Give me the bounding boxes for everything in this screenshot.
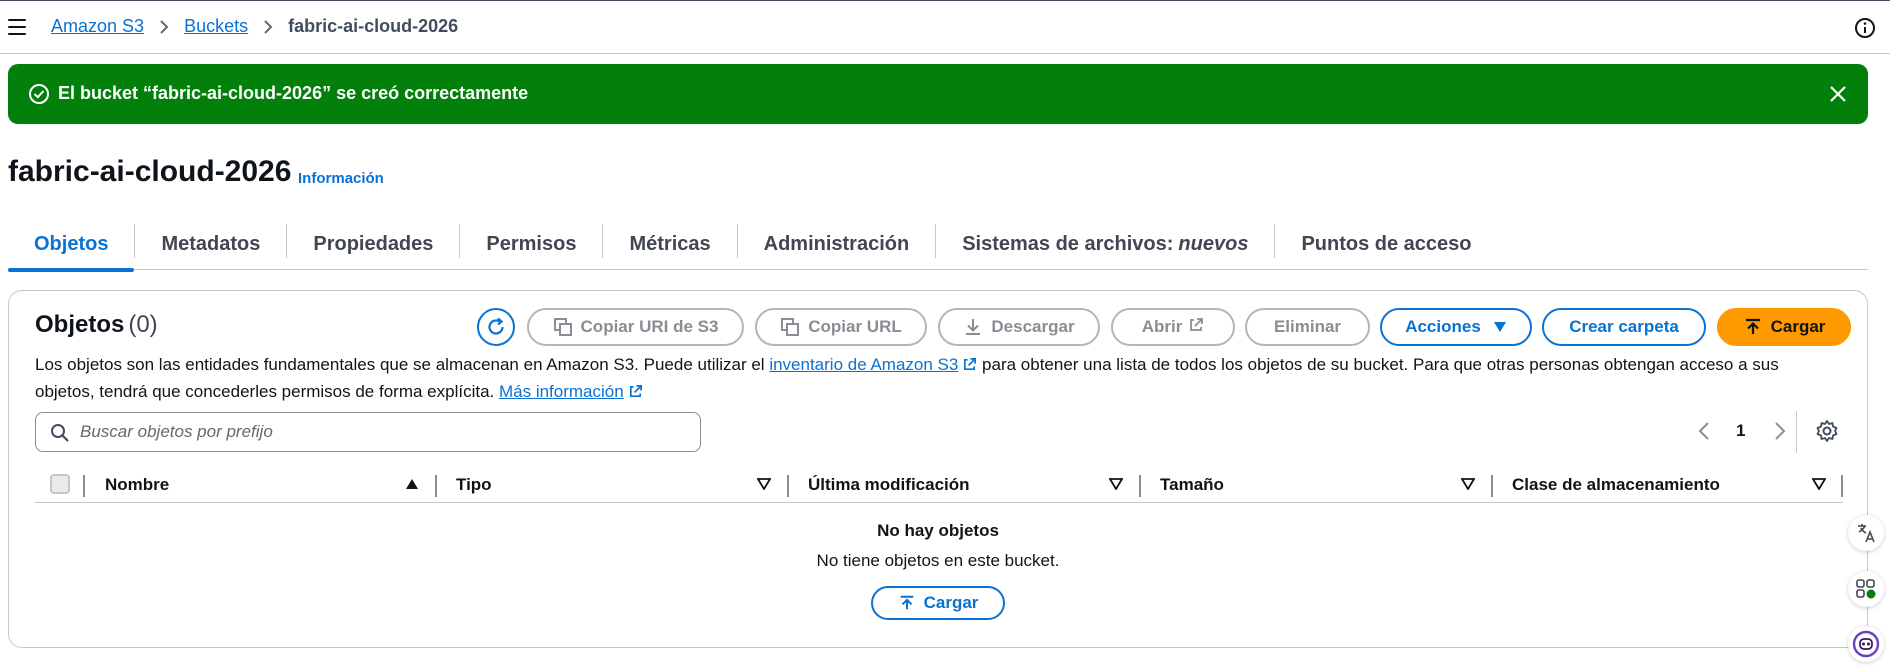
objects-description: Los objetos son las entidades fundamenta… <box>35 352 1835 406</box>
column-divider <box>1139 475 1141 497</box>
success-check-icon <box>29 84 49 104</box>
external-link-icon <box>962 354 977 379</box>
chevron-right-icon <box>262 19 274 35</box>
assistant-icon[interactable] <box>1848 626 1884 662</box>
sort-icon[interactable] <box>1109 478 1123 490</box>
flash-message: El bucket “fabric-ai-cloud-2026” se creó… <box>58 83 529 103</box>
success-flash-banner: El bucket “fabric-ai-cloud-2026” se creó… <box>8 64 1868 124</box>
objects-title: Objetos <box>35 311 125 338</box>
tab-metadatos[interactable]: Metadatos <box>135 218 286 270</box>
upload-label: Cargar <box>1770 317 1826 336</box>
tab-administracion[interactable]: Administración <box>738 218 936 270</box>
external-link-icon <box>628 381 643 406</box>
download-icon <box>963 317 983 337</box>
upload-icon <box>898 594 916 612</box>
open-button[interactable]: Abrir <box>1111 308 1235 346</box>
tab-sistemas-de-archivos[interactable]: Sistemas de archivos: nuevos <box>936 218 1274 270</box>
tab-propiedades[interactable]: Propiedades <box>287 218 459 270</box>
table-header: Nombre Tipo Última modificación Tamaño C… <box>35 467 1843 503</box>
upload-icon <box>1743 317 1763 337</box>
tab-label: Sistemas de archivos: <box>962 232 1174 255</box>
search-box <box>35 412 701 452</box>
tab-objetos[interactable]: Objetos <box>8 218 135 272</box>
info-link[interactable]: Información <box>298 170 384 187</box>
tab-metricas[interactable]: Métricas <box>603 218 736 270</box>
empty-state-title: No hay objetos <box>877 521 999 540</box>
open-label: Abrir <box>1141 317 1183 336</box>
copy-s3-uri-button[interactable]: Copiar URI de S3 <box>527 308 744 346</box>
chevron-right-icon[interactable] <box>1773 421 1787 441</box>
column-nombre[interactable]: Nombre <box>105 475 169 495</box>
column-ultima-modificacion[interactable]: Última modificación <box>808 475 970 495</box>
select-all-checkbox[interactable] <box>50 474 70 494</box>
info-icon[interactable] <box>1854 17 1876 39</box>
copy-url-label: Copiar URL <box>808 317 902 336</box>
breadcrumb: Amazon S3 Buckets fabric-ai-cloud-2026 <box>51 16 458 37</box>
tab-puntos-de-acceso[interactable]: Puntos de acceso <box>1275 218 1497 270</box>
sort-icon[interactable] <box>1461 478 1475 490</box>
copy-s3-uri-label: Copiar URI de S3 <box>580 317 719 336</box>
actions-dropdown-button[interactable]: Acciones <box>1380 308 1532 346</box>
column-tipo[interactable]: Tipo <box>456 475 492 495</box>
inventory-link[interactable]: inventario de Amazon S3 <box>769 355 958 374</box>
copy-icon <box>780 317 800 337</box>
copy-icon <box>553 317 573 337</box>
tab-list: Objetos Metadatos Propiedades Permisos M… <box>8 218 1868 272</box>
external-link-icon <box>1188 317 1204 338</box>
column-divider <box>83 475 85 497</box>
new-tag: nuevos <box>1178 232 1249 255</box>
actions-label: Acciones <box>1405 317 1481 336</box>
objects-panel: Objetos (0) Copiar URI de S3 Copiar URL D… <box>8 290 1868 648</box>
gear-icon[interactable] <box>1815 419 1839 443</box>
empty-state-subtitle: No tiene objetos en este bucket. <box>816 551 1060 570</box>
extension-icon[interactable] <box>1848 571 1884 607</box>
menu-icon[interactable] <box>8 17 28 37</box>
chevron-left-icon[interactable] <box>1697 421 1711 441</box>
column-divider <box>787 475 789 497</box>
column-divider <box>435 475 437 497</box>
delete-label: Eliminar <box>1273 317 1342 336</box>
learn-more-link[interactable]: Más información <box>499 382 624 401</box>
search-icon <box>51 424 69 442</box>
breadcrumb-current: fabric-ai-cloud-2026 <box>288 16 459 36</box>
tab-permisos[interactable]: Permisos <box>460 218 602 270</box>
translate-icon[interactable] <box>1848 515 1884 551</box>
column-clase-de-almacenamiento[interactable]: Clase de almacenamiento <box>1512 475 1720 495</box>
divider <box>1796 411 1797 453</box>
download-button[interactable]: Descargar <box>938 308 1100 346</box>
objects-count: (0) <box>128 311 158 338</box>
close-icon[interactable] <box>1828 84 1848 104</box>
search-input[interactable] <box>80 419 680 445</box>
page-title: fabric-ai-cloud-2026 <box>8 155 292 188</box>
column-tamano[interactable]: Tamaño <box>1160 475 1224 495</box>
create-folder-label: Crear carpeta <box>1569 317 1679 336</box>
download-label: Descargar <box>991 317 1075 336</box>
page-number[interactable]: 1 <box>1736 421 1745 441</box>
upload-button[interactable]: Cargar <box>1717 308 1851 346</box>
breadcrumb-amazon-s3[interactable]: Amazon S3 <box>51 16 144 37</box>
refresh-icon <box>488 317 504 335</box>
column-divider <box>1841 475 1843 497</box>
create-folder-button[interactable]: Crear carpeta <box>1542 308 1706 346</box>
column-divider <box>1491 475 1493 497</box>
description-text: Los objetos son las entidades fundamenta… <box>35 355 770 374</box>
copy-url-button[interactable]: Copiar URL <box>755 308 927 346</box>
chevron-right-icon <box>158 19 170 35</box>
breadcrumb-buckets[interactable]: Buckets <box>184 16 248 37</box>
caret-down-icon <box>1493 321 1507 333</box>
objects-heading: Objetos (0) <box>35 311 158 339</box>
top-navigation-bar: Amazon S3 Buckets fabric-ai-cloud-2026 <box>0 0 1890 54</box>
empty-upload-button[interactable]: Cargar <box>871 586 1005 620</box>
sort-icon[interactable] <box>757 478 771 490</box>
empty-upload-label: Cargar <box>923 593 979 612</box>
refresh-button[interactable] <box>477 308 515 346</box>
sort-ascending-icon[interactable] <box>405 478 419 490</box>
delete-button[interactable]: Eliminar <box>1245 308 1370 346</box>
sort-icon[interactable] <box>1812 478 1826 490</box>
